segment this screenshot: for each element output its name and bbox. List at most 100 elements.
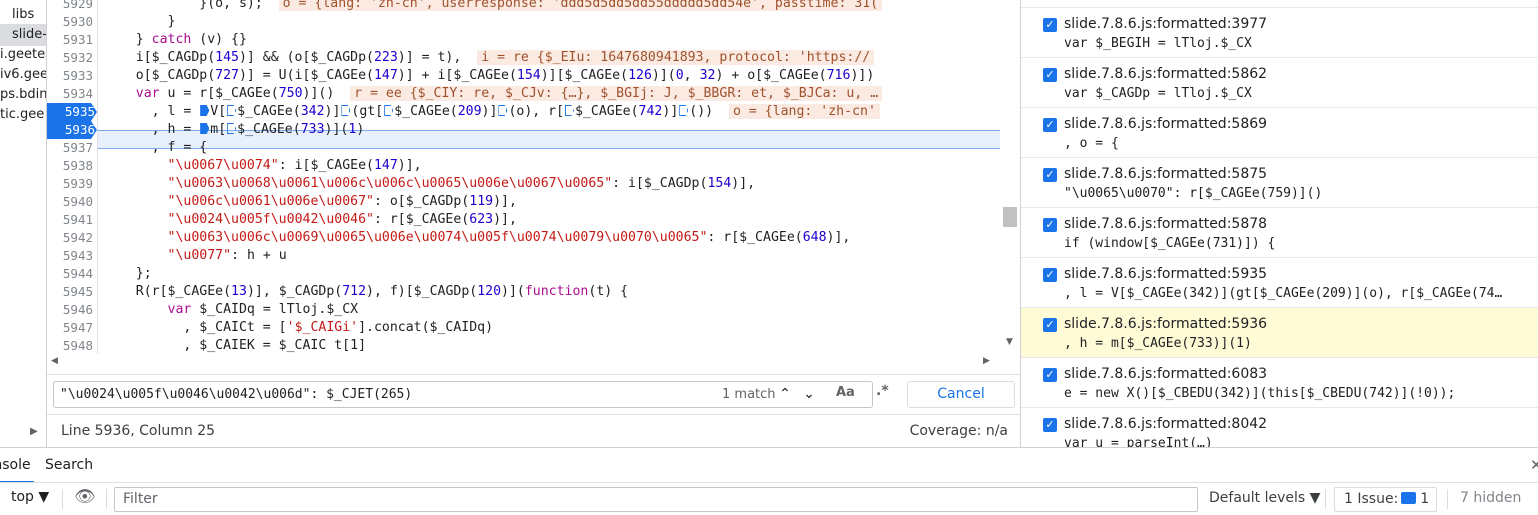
next-match-icon[interactable]: ⌄ [798, 383, 820, 405]
previous-match-icon[interactable]: ⌃ [774, 383, 796, 405]
code-line[interactable]: o[$_CAGDp(727)] = U(i[$_CAGEe(147)] + i[… [104, 67, 875, 85]
log-levels-dropdown[interactable]: Default levels ▼ [1209, 490, 1320, 506]
line-number[interactable]: 5946 [47, 301, 95, 319]
code-line[interactable]: R(r[$_CAGEe(13)], $_CAGDp(712), f)[$_CAG… [104, 283, 628, 301]
issues-button[interactable]: 1 Issue: 1 [1334, 487, 1437, 512]
cursor-position: Line 5936, Column 25 [61, 423, 216, 439]
inline-breakpoint-icon[interactable] [200, 123, 210, 134]
navigator-item[interactable]: tic.gee [0, 104, 46, 126]
line-number[interactable]: 5944 [47, 265, 95, 283]
line-number[interactable]: 5930 [47, 13, 95, 31]
navigator-item[interactable]: slide- [0, 24, 46, 46]
scroll-left-icon[interactable]: ◀ [51, 356, 58, 366]
code-line[interactable]: "\u0024\u005f\u0042\u0046": r[$_CAGEe(62… [104, 211, 517, 229]
cancel-button[interactable]: Cancel [907, 381, 1015, 408]
inline-breakpoint-icon[interactable] [679, 105, 689, 116]
scroll-down-icon[interactable]: ▼ [1006, 337, 1013, 347]
breakpoint-checkbox[interactable]: ✓ [1043, 368, 1057, 382]
line-number[interactable]: 5936 [47, 121, 97, 139]
line-number[interactable]: 5929 [47, 0, 95, 13]
code-line[interactable]: , $_CAIEK = $_CAIC t[1] [104, 337, 366, 355]
code-line[interactable]: , h = m[$_CAGEe(733)](1) [104, 121, 365, 139]
breakpoint-item[interactable]: ✓ slide.7.8.6.js:formatted:5875 "\u0065\u0… [1021, 158, 1538, 208]
line-number[interactable]: 5948 [47, 337, 95, 355]
code-line[interactable]: "\u0067\u0074": i[$_CAGEe(147)], [104, 157, 422, 175]
code-line[interactable]: } catch (v) {} [104, 31, 247, 49]
scroll-right-icon[interactable]: ▶ [983, 356, 990, 366]
line-number[interactable]: 5931 [47, 31, 95, 49]
navigator-item[interactable]: iv6.gee [0, 64, 46, 86]
breakpoint-checkbox[interactable]: ✓ [1043, 218, 1057, 232]
navigator-item[interactable]: i.geetes [0, 44, 46, 66]
code-line[interactable]: "\u0077": h + u [104, 247, 287, 265]
breakpoint-checkbox[interactable]: ✓ [1043, 118, 1057, 132]
filter-input[interactable]: Filter [114, 487, 1198, 512]
live-expression-eye-icon[interactable]: 👁 [74, 487, 96, 507]
breakpoint-item[interactable]: ✓ slide.7.8.6.js:formatted:3977 var $_BEGI… [1021, 8, 1538, 58]
line-number[interactable]: 5937 [47, 139, 95, 157]
editor-horizontal-scrollbar[interactable]: ◀ ▶ [47, 354, 1000, 370]
code-line[interactable]: , $_CAICt = ['$_CAIGi'].concat($_CAIDq) [104, 319, 493, 337]
tab-console[interactable]: Console [0, 448, 34, 483]
breakpoint-checkbox[interactable]: ✓ [1043, 18, 1057, 32]
breakpoint-checkbox[interactable]: ✓ [1043, 168, 1057, 182]
code-line[interactable]: var $_CAIDq = lTloj.$_CX [104, 301, 359, 319]
inline-breakpoint-icon[interactable] [384, 105, 394, 116]
search-input[interactable]: "\u0024\u005f\u0046\u0042\u006d": $_CJET… [53, 381, 873, 408]
inline-breakpoint-icon[interactable] [227, 123, 237, 134]
inline-breakpoint-icon[interactable] [200, 105, 210, 116]
close-drawer-icon[interactable]: ✕ [1530, 456, 1538, 474]
line-number[interactable]: 5945 [47, 283, 95, 301]
line-number[interactable]: 5933 [47, 67, 95, 85]
breakpoint-code: , l = V[$_CAGEe(342)](gt[$_CAGEe(209)](o… [1064, 286, 1503, 301]
breakpoint-checkbox[interactable]: ✓ [1043, 268, 1057, 282]
line-number[interactable]: 5938 [47, 157, 95, 175]
scroll-thumb[interactable] [1003, 207, 1017, 227]
breakpoint-item[interactable]: ✓ slide.7.8.6.js:formatted:6083 e = new X(… [1021, 358, 1538, 408]
code-line[interactable]: }; [104, 265, 152, 283]
inline-breakpoint-icon[interactable] [498, 105, 508, 116]
breakpoint-item[interactable]: ✓ slide.7.8.6.js:formatted:5935 , l = V[$_… [1021, 258, 1538, 308]
code-line[interactable]: "\u006c\u0061\u006e\u0067": o[$_CAGDp(11… [104, 193, 517, 211]
line-number[interactable]: 5940 [47, 193, 95, 211]
line-number[interactable]: 5942 [47, 229, 95, 247]
line-number[interactable]: 5935 [47, 103, 97, 121]
navigator-item[interactable]: ps.bdin [0, 84, 46, 106]
breakpoint-item[interactable]: ✓ slide.7.8.6.js:formatted:5862 var $_CAGD… [1021, 58, 1538, 108]
line-number[interactable]: 5941 [47, 211, 95, 229]
code-line[interactable]: }(o, s); o = {lang: 'zh-cn', userrespons… [104, 0, 883, 13]
code-line[interactable]: "\u0063\u0068\u0061\u006c\u006c\u0065\u0… [104, 175, 756, 193]
breakpoint-checkbox[interactable]: ✓ [1043, 68, 1057, 82]
line-number[interactable]: 5947 [47, 319, 95, 337]
line-number[interactable]: 5939 [47, 175, 95, 193]
navigator-item[interactable]: libs [0, 4, 46, 26]
breakpoint-checkbox[interactable]: ✓ [1043, 318, 1057, 332]
line-number[interactable]: 5934 [47, 85, 95, 103]
tab-search[interactable]: Search [45, 448, 93, 482]
code-line[interactable]: , f = { [104, 139, 208, 157]
breakpoint-item[interactable]: ✓ slide.7.8.6.js:formatted:8042 var u = pa… [1021, 408, 1538, 447]
regex-button[interactable]: .* [876, 383, 889, 399]
breakpoints-pane: ✓ slide.7.8.6.js:formatted:3977 var $_BEGI… [1020, 0, 1538, 447]
inline-breakpoint-icon[interactable] [565, 105, 575, 116]
line-number[interactable]: 5932 [47, 49, 95, 67]
code-line[interactable]: var u = r[$_CAGEe(750)]() r = ee {$_CIY:… [104, 85, 883, 103]
line-number[interactable]: 5943 [47, 247, 95, 265]
match-case-button[interactable]: Aa [836, 385, 855, 400]
breakpoint-item[interactable]: ✓ slide.7.8.6.js:formatted:5869 , o = { [1021, 108, 1538, 158]
code-line[interactable]: , l = V[$_CAGEe(342)] (gt[$_CAGEe(209)] (o… [104, 103, 880, 121]
breakpoint-item[interactable]: ✓ slide.7.8.6.js:formatted:5878 if (window… [1021, 208, 1538, 258]
editor-vertical-scrollbar[interactable]: ▼ [1000, 0, 1020, 354]
breakpoint-checkbox[interactable]: ✓ [1043, 418, 1057, 432]
code-line[interactable]: } [104, 13, 176, 31]
code-line[interactable]: "\u0063\u006c\u0069\u0065\u006e\u0074\u0… [104, 229, 851, 247]
expand-arrow-icon[interactable]: ▶ [30, 426, 38, 437]
code-editor[interactable]: 5929 5930 5931 5932 5933 5934 5935 5936 5937 5938… [47, 0, 1020, 370]
inline-breakpoint-icon[interactable] [341, 105, 351, 116]
code-line[interactable]: i[$_CAGDp(145)] && (o[$_CAGDp(223)] = t)… [104, 49, 875, 67]
breakpoint-location: slide.7.8.6.js:formatted:5878 [1064, 216, 1268, 232]
inline-breakpoint-icon[interactable] [227, 105, 237, 116]
context-selector[interactable]: top ▼ [11, 489, 49, 505]
line-number-gutter[interactable]: 5929 5930 5931 5932 5933 5934 5935 5936 5937 5938… [47, 0, 98, 354]
breakpoint-item[interactable]: ✓ slide.7.8.6.js:formatted:5936 , h = m[$_… [1021, 308, 1538, 358]
